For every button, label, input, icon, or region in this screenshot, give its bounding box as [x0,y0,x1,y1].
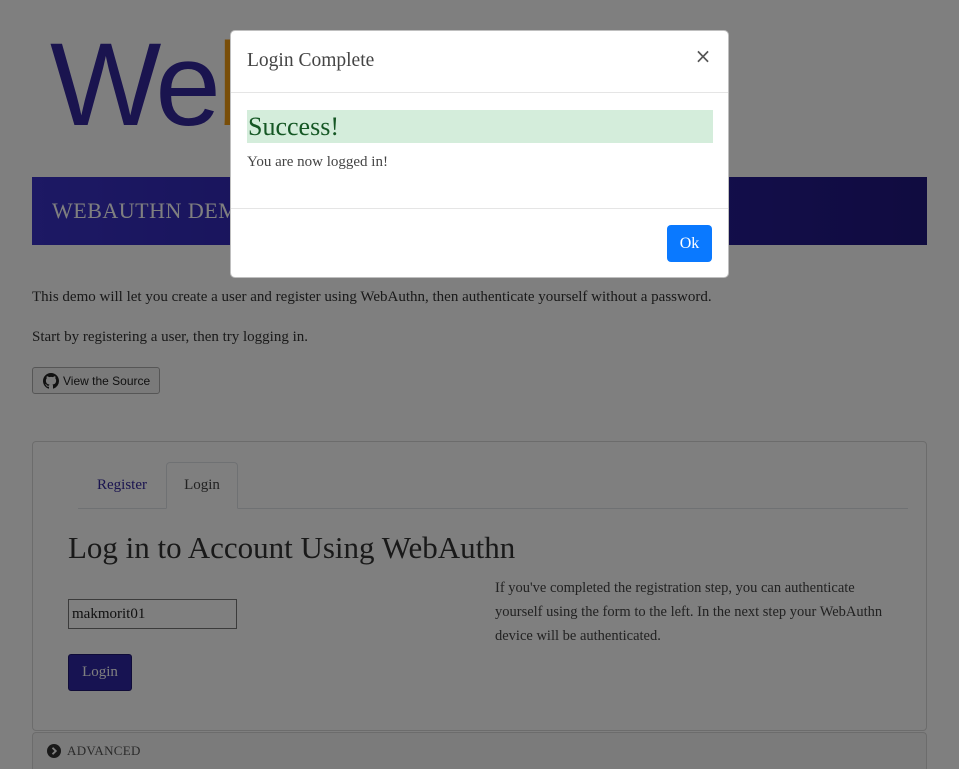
modal-message: You are now logged in! [247,154,388,170]
close-icon[interactable]: × [692,44,714,68]
success-alert: Success! [247,110,713,143]
modal-title: Login Complete [247,50,375,71]
page: Web WEBAUTHN DEMO This demo will let you… [0,0,959,769]
modal-footer: Ok [231,208,728,278]
ok-button[interactable]: Ok [667,225,712,262]
login-complete-modal: Login Complete × Success! You are now lo… [230,30,729,278]
modal-header: Login Complete × [231,31,728,93]
